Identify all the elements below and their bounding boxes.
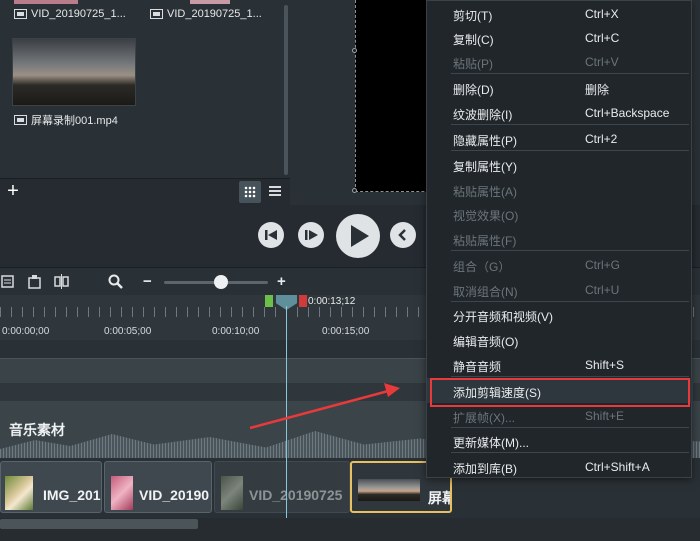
menu-item-shortcut: Ctrl+U xyxy=(585,283,620,297)
menu-item-shortcut: 删除 xyxy=(585,83,610,97)
menu-item-label: 添加到库(B) xyxy=(453,462,517,476)
menu-item-shortcut: Shift+E xyxy=(585,409,625,423)
menu-item-shortcut: Ctrl+V xyxy=(585,55,619,69)
menu-item-shortcut: Ctrl+X xyxy=(585,7,619,21)
menu-separator xyxy=(451,150,689,151)
menu-item-label: 粘贴属性(F) xyxy=(453,234,517,248)
menu-item-group[interactable]: 组合（G） Ctrl+G xyxy=(427,252,693,277)
menu-item-separate-audio-video[interactable]: 分开音频和视频(V) xyxy=(427,302,693,327)
menu-item-paste-properties[interactable]: 粘贴属性(A) xyxy=(427,177,693,202)
menu-separator xyxy=(451,452,689,453)
menu-item-label: 剪切(T) xyxy=(453,9,493,23)
menu-item-label: 纹波删除(I) xyxy=(453,108,513,122)
menu-item-paste[interactable]: 粘贴(P) Ctrl+V xyxy=(427,49,693,74)
menu-item-label: 扩展帧(X)... xyxy=(453,411,515,425)
menu-item-cut[interactable]: 剪切(T) Ctrl+X xyxy=(427,1,693,26)
menu-item-ungroup[interactable]: 取消组合(N) Ctrl+U xyxy=(427,277,693,302)
camtasia-editor-window: VID_20190725_1... VID_20190725_1... 屏幕录制… xyxy=(0,0,700,541)
menu-item-paste-effects[interactable]: 粘贴属性(F) xyxy=(427,226,693,251)
menu-item-label: 复制(C) xyxy=(453,33,494,47)
menu-item-label: 编辑音频(O) xyxy=(453,335,519,349)
menu-item-copy-properties[interactable]: 复制属性(Y) xyxy=(427,152,693,177)
menu-item-label: 静音音频 xyxy=(453,360,502,374)
highlight-annotation-box xyxy=(430,378,690,407)
menu-item-update-media[interactable]: 更新媒体(M)... xyxy=(427,428,693,453)
menu-item-label: 粘贴(P) xyxy=(453,57,493,71)
menu-item-shortcut: Ctrl+C xyxy=(585,31,620,45)
menu-item-label: 更新媒体(M)... xyxy=(453,436,529,450)
menu-item-edit-audio[interactable]: 编辑音频(O) xyxy=(427,327,693,352)
menu-item-label: 隐藏属性(P) xyxy=(453,134,517,148)
menu-item-ripple-delete[interactable]: 纹波删除(I) Ctrl+Backspace xyxy=(427,100,693,125)
menu-item-copy[interactable]: 复制(C) Ctrl+C xyxy=(427,25,693,50)
menu-item-mute-audio[interactable]: 静音音频 Shift+S xyxy=(427,352,693,377)
menu-item-label: 分开音频和视频(V) xyxy=(453,310,553,324)
menu-item-add-to-library[interactable]: 添加到库(B) Ctrl+Shift+A xyxy=(427,454,693,479)
menu-item-shortcut: Ctrl+Shift+A xyxy=(585,460,650,474)
menu-item-label: 粘贴属性(A) xyxy=(453,185,517,199)
menu-item-label: 删除(D) xyxy=(453,83,494,97)
menu-item-label: 复制属性(Y) xyxy=(453,160,517,174)
menu-item-shortcut: Ctrl+Backspace xyxy=(585,106,670,120)
menu-item-shortcut: Ctrl+G xyxy=(585,258,621,272)
menu-item-visual-effects[interactable]: 视觉效果(O) xyxy=(427,201,693,226)
menu-item-label: 组合（G） xyxy=(453,260,511,274)
menu-item-label: 视觉效果(O) xyxy=(453,209,519,223)
menu-separator xyxy=(451,376,689,377)
menu-item-label: 取消组合(N) xyxy=(453,285,518,299)
menu-item-shortcut: Shift+S xyxy=(585,358,625,372)
menu-separator xyxy=(451,73,689,74)
menu-item-delete[interactable]: 删除(D) 删除 xyxy=(427,75,693,100)
menu-item-hide-properties[interactable]: 隐藏属性(P) Ctrl+2 xyxy=(427,126,693,151)
menu-separator xyxy=(451,124,689,125)
menu-separator xyxy=(451,250,689,251)
menu-item-shortcut: Ctrl+2 xyxy=(585,132,618,146)
